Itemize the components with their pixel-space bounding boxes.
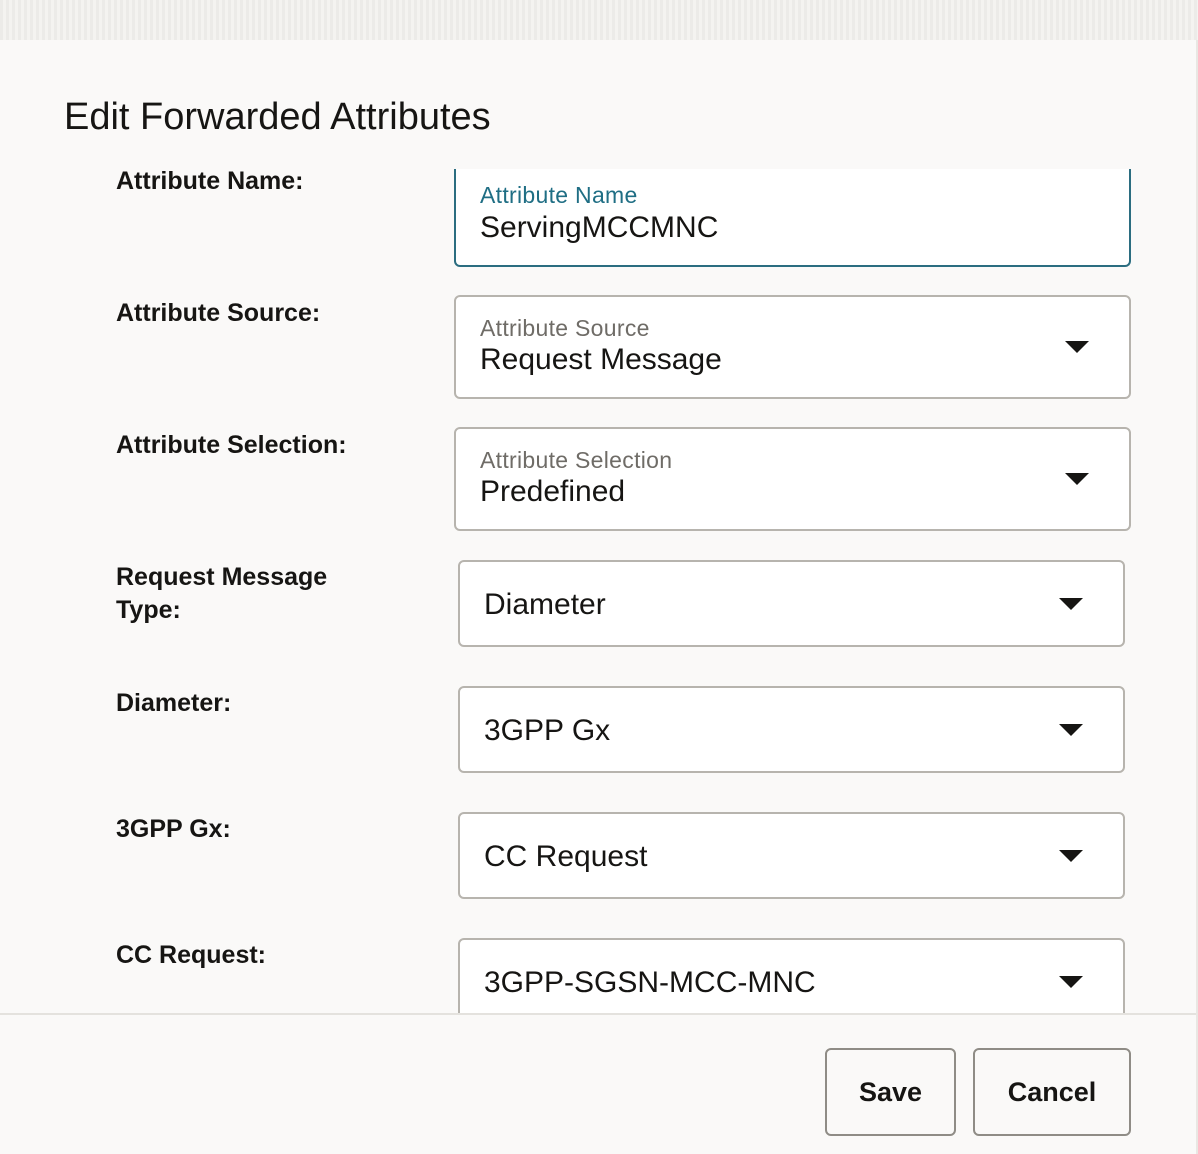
edit-forwarded-attributes-dialog: Edit Forwarded Attributes Attribute Name… [0, 40, 1198, 1154]
attribute-selection-select[interactable]: Attribute Selection Predefined [454, 427, 1131, 531]
attribute-source-select[interactable]: Attribute Source Request Message [454, 295, 1131, 399]
request-message-type-label-line2: Type: [116, 596, 181, 624]
form-area[interactable]: Attribute Name: Attribute Name ServingMC… [0, 165, 1198, 1013]
dialog-footer: Save Cancel [0, 1013, 1198, 1154]
request-message-type-label-line1: Request Message [116, 563, 328, 591]
chevron-down-icon[interactable] [1065, 473, 1089, 485]
chevron-down-icon[interactable] [1059, 598, 1083, 610]
diameter-select[interactable]: 3GPP Gx [458, 686, 1125, 773]
attribute-source-value: Request Message [480, 343, 722, 376]
chevron-down-icon[interactable] [1059, 850, 1083, 862]
attribute-selection-value: Predefined [480, 475, 626, 508]
attribute-name-field-label: Attribute Name [480, 182, 638, 208]
attribute-name-input[interactable]: Attribute Name ServingMCCMNC [454, 169, 1131, 267]
request-message-type-select[interactable]: Diameter [458, 560, 1125, 647]
attribute-source-field-label: Attribute Source [480, 315, 650, 341]
chevron-down-icon[interactable] [1059, 976, 1083, 988]
chevron-down-icon[interactable] [1065, 341, 1089, 353]
gx-row-label: 3GPP Gx: [116, 815, 231, 843]
diameter-value: 3GPP Gx [484, 714, 611, 747]
diameter-row-label: Diameter: [116, 689, 232, 717]
attribute-selection-row-label: Attribute Selection: [116, 431, 347, 459]
attribute-name-value[interactable]: ServingMCCMNC [480, 211, 718, 245]
chevron-down-icon[interactable] [1059, 724, 1083, 736]
page-backdrop [0, 0, 1198, 40]
attribute-name-row-label: Attribute Name: [116, 167, 304, 195]
gx-select[interactable]: CC Request [458, 812, 1125, 899]
request-message-type-row-label: Request Message Type: [116, 561, 416, 627]
cancel-button[interactable]: Cancel [973, 1048, 1131, 1136]
attribute-source-row-label: Attribute Source: [116, 299, 321, 327]
gx-value: CC Request [484, 840, 648, 873]
cc-request-select[interactable]: 3GPP-SGSN-MCC-MNC [458, 938, 1125, 1013]
dialog-title: Edit Forwarded Attributes [64, 96, 491, 138]
cc-request-value: 3GPP-SGSN-MCC-MNC [484, 966, 816, 999]
cc-request-row-label: CC Request: [116, 941, 267, 969]
save-button[interactable]: Save [825, 1048, 956, 1136]
attribute-selection-field-label: Attribute Selection [480, 447, 673, 473]
request-message-type-value: Diameter [484, 588, 606, 621]
